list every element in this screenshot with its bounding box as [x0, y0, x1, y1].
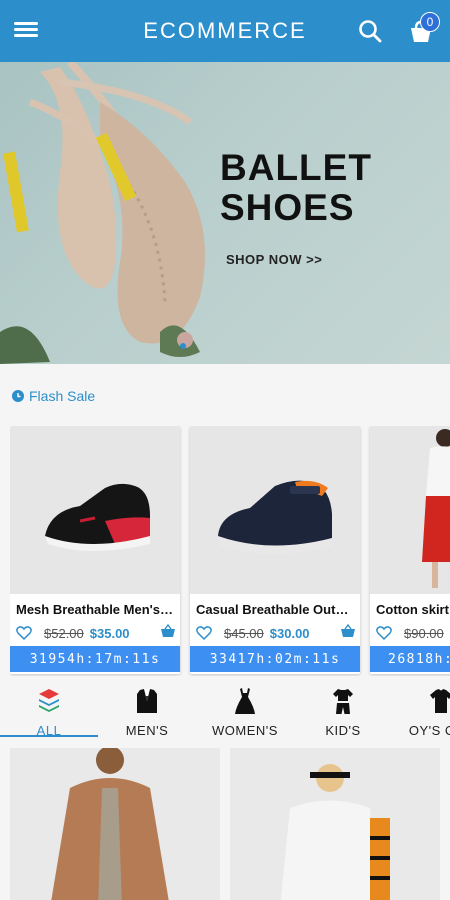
- banner-title: BALLET SHOES: [220, 147, 372, 228]
- shop-now-link[interactable]: SHOP NOW >>: [226, 252, 322, 267]
- tab-label: MEN'S: [125, 723, 169, 738]
- clock-icon: [12, 390, 24, 402]
- product-image: [51, 748, 169, 900]
- tab-boys-clothes[interactable]: OY'S CLO: [392, 683, 450, 739]
- favorite-icon[interactable]: [16, 625, 32, 641]
- tab-mens[interactable]: MEN'S: [98, 683, 196, 739]
- tab-label: WOMEN'S: [212, 723, 278, 738]
- tab-womens[interactable]: WOMEN'S: [196, 683, 294, 739]
- sale-price: $35.00: [89, 625, 130, 641]
- favorite-icon[interactable]: [376, 625, 392, 641]
- category-tabs: ALL MEN'S WOMEN'S KID'S OY'S CLO: [0, 683, 450, 739]
- flash-sale-carousel[interactable]: Mesh Breathable Men's S... $52.00 $35.00…: [10, 426, 450, 676]
- tab-label: KID'S: [325, 723, 361, 738]
- cart-count-badge: 0: [420, 12, 440, 32]
- brand-title: ECOMMERCE: [143, 18, 307, 43]
- product-card[interactable]: Mesh Breathable Men's S... $52.00 $35.00…: [10, 426, 180, 674]
- tshirt-icon: [430, 689, 450, 713]
- product-image: [280, 764, 390, 900]
- countdown-timer: 26818h:: [370, 646, 450, 672]
- product-image: [190, 426, 360, 594]
- product-card[interactable]: Casual Breathable Outdo... $45.00 $30.00…: [190, 426, 360, 674]
- product-title: Mesh Breathable Men's S...: [16, 602, 176, 617]
- menu-icon[interactable]: [14, 19, 38, 43]
- add-to-cart-icon[interactable]: [340, 623, 356, 639]
- product-title: Cotton skirt: [376, 602, 449, 617]
- original-price: $45.00: [224, 625, 264, 641]
- tab-all[interactable]: ALL: [0, 683, 98, 739]
- product-tile[interactable]: [10, 748, 220, 900]
- dress-icon: [235, 688, 255, 714]
- sale-price: $30.00: [269, 625, 310, 641]
- flash-sale-label: Flash Sale: [29, 388, 96, 404]
- search-icon[interactable]: [357, 18, 383, 44]
- original-price: $90.00: [404, 625, 444, 641]
- tab-kids[interactable]: KID'S: [294, 683, 392, 739]
- countdown-timer: 33417h:02m:11s: [190, 646, 360, 672]
- kids-clothes-icon: [333, 689, 353, 714]
- original-price: $52.00: [44, 625, 84, 641]
- add-to-cart-icon[interactable]: [160, 623, 176, 639]
- product-image: [370, 426, 450, 594]
- product-title: Casual Breathable Outdo...: [196, 602, 356, 617]
- active-tab-indicator: [0, 735, 98, 737]
- suit-icon: [137, 689, 157, 713]
- flash-sale-header: Flash Sale: [12, 388, 95, 404]
- product-grid: [10, 748, 450, 900]
- countdown-timer: 31954h:17m:11s: [10, 646, 180, 672]
- promo-banner[interactable]: BALLET SHOES SHOP NOW >>: [0, 62, 450, 364]
- favorite-icon[interactable]: [196, 625, 212, 641]
- product-card[interactable]: Cotton skirt $90.00 26818h:: [370, 426, 450, 674]
- carousel-indicator[interactable]: [180, 343, 186, 349]
- tab-label: OY'S CLO: [408, 723, 450, 738]
- product-tile[interactable]: [230, 748, 440, 900]
- product-image: [10, 426, 180, 594]
- app-bar: ECOMMERCE 0: [0, 0, 450, 62]
- layers-icon: [39, 689, 59, 712]
